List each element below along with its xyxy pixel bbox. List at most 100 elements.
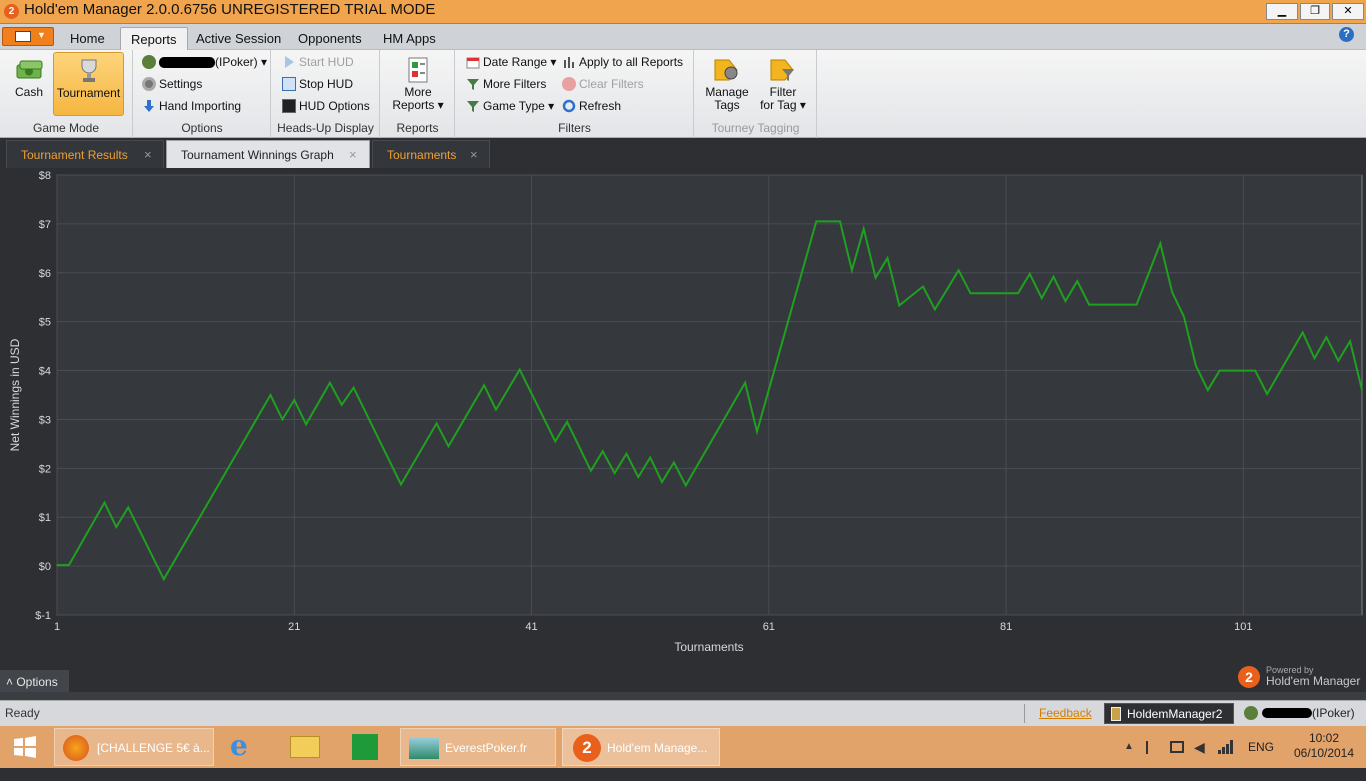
gear-icon	[142, 76, 156, 91]
battery-icon[interactable]	[1170, 741, 1184, 753]
x-tick-label: 81	[1000, 621, 1012, 633]
tab-reports[interactable]: Reports	[120, 27, 188, 50]
redacted-player-name	[1262, 708, 1312, 718]
refresh-icon	[562, 99, 576, 113]
data-point	[1361, 389, 1363, 391]
manage-tags-button[interactable]: Manage Tags	[701, 52, 753, 116]
settings-button[interactable]: Settings	[142, 74, 202, 94]
taskbar-everestpoker[interactable]: EverestPoker.fr	[400, 728, 556, 766]
start-button[interactable]	[6, 728, 44, 766]
network-signal-icon[interactable]	[1218, 740, 1234, 754]
feedback-link[interactable]: Feedback	[1039, 706, 1092, 720]
data-point	[103, 501, 106, 504]
menu-bar: ▼ Home Reports Active Session Opponents …	[0, 24, 1366, 50]
data-point	[862, 227, 865, 230]
apply-all-reports-button[interactable]: Apply to all Reports	[562, 52, 683, 72]
start-hud-button[interactable]: Start HUD	[282, 52, 354, 72]
window-icon	[15, 31, 31, 42]
taskbar-firefox-label: [CHALLENGE 5€ à...	[97, 741, 210, 755]
data-point	[945, 289, 948, 291]
clear-filters-label: Clear Filters	[579, 77, 644, 91]
filter-for-tag-button[interactable]: Filter for Tag ▾	[755, 52, 811, 116]
y-tick-label: $7	[39, 219, 51, 231]
filter-for-tag-label-1: Filter	[769, 85, 797, 99]
close-icon[interactable]: ×	[144, 141, 152, 169]
language-indicator[interactable]: ENG	[1248, 728, 1274, 766]
date-range-button[interactable]: Date Range ▾	[466, 52, 556, 72]
tab-active-session[interactable]: Active Session	[186, 27, 291, 50]
taskbar-holdem-manager[interactable]: 2 Hold'em Manage...	[562, 728, 720, 766]
data-point	[329, 381, 331, 384]
data-point	[673, 461, 675, 464]
refresh-button[interactable]: Refresh	[562, 96, 621, 116]
data-point	[756, 430, 758, 433]
status-bar: Ready Feedback HoldemManager2 (IPoker)	[0, 700, 1366, 726]
close-button[interactable]: ✕	[1332, 3, 1364, 20]
stop-hud-label: Stop HUD	[299, 77, 354, 91]
data-point	[625, 452, 628, 455]
tab-tournament-results[interactable]: Tournament Results ×	[6, 140, 164, 168]
player-selector[interactable]: (IPoker) ▾	[142, 52, 267, 72]
status-text: Ready	[5, 706, 40, 720]
close-icon[interactable]: ×	[349, 141, 357, 169]
hm-logo-text: 2	[1245, 669, 1253, 685]
stop-hud-button[interactable]: Stop HUD	[282, 74, 353, 94]
data-point	[1337, 359, 1340, 362]
taskbar-explorer[interactable]	[282, 728, 328, 766]
tab-tournament-winnings-graph[interactable]: Tournament Winnings Graph ×	[166, 140, 370, 168]
clock[interactable]: 10:02 06/10/2014	[1284, 731, 1364, 761]
player-site-label: (IPoker)	[1312, 706, 1355, 720]
data-point	[340, 403, 343, 406]
taskbar-ie[interactable]: e	[222, 728, 268, 766]
more-reports-button[interactable]: More Reports ▾	[389, 52, 447, 116]
tab-hm-apps[interactable]: HM Apps	[373, 27, 446, 50]
tab-opponents[interactable]: Opponents	[288, 27, 372, 50]
tourney-tagging-group: Manage Tags Filter for Tag ▾ Tourney Tag…	[695, 50, 817, 138]
restore-button[interactable]: ❐	[1300, 3, 1330, 20]
application-menu-button[interactable]: ▼	[2, 27, 54, 46]
tab-tournaments[interactable]: Tournaments ×	[372, 140, 490, 168]
tournament-button[interactable]: Tournament	[53, 52, 124, 116]
hud-options-label: HUD Options	[299, 99, 370, 113]
y-axis: $-1 $0 $1 $2 $3 $4 $5 $6 $7 $8	[35, 170, 51, 622]
windows-logo-icon	[14, 736, 36, 758]
help-icon[interactable]: ?	[1339, 27, 1354, 42]
manage-tags-label-1: Manage	[705, 85, 749, 99]
y-tick-label: $3	[39, 414, 51, 426]
minimize-button[interactable]: ▁	[1266, 3, 1298, 20]
app-logo-icon: 2	[4, 4, 19, 19]
game-type-button[interactable]: Game Type ▾	[466, 96, 554, 116]
data-point	[1195, 364, 1197, 367]
data-point	[115, 526, 118, 528]
hud-group-label: Heads-Up Display	[277, 121, 374, 135]
filters-group: Date Range ▾ Apply to all Reports More F…	[456, 50, 694, 138]
x-tick-label: 1	[54, 621, 60, 633]
folder-icon	[290, 736, 320, 758]
volume-icon[interactable]: ◀	[1194, 728, 1205, 766]
y-tick-label: $5	[39, 317, 51, 329]
hud-options-button[interactable]: HUD Options	[282, 96, 370, 116]
data-point	[1301, 331, 1304, 334]
cash-button[interactable]: Cash	[6, 52, 52, 116]
data-point	[981, 292, 984, 295]
data-point	[661, 481, 663, 483]
data-point	[922, 285, 924, 288]
show-hidden-icons-icon[interactable]: ▲	[1124, 728, 1134, 766]
hand-importing-button[interactable]: Hand Importing	[142, 96, 241, 116]
close-icon[interactable]: ×	[470, 141, 478, 169]
clear-filters-button[interactable]: Clear Filters	[562, 74, 644, 94]
winnings-graph-panel: $-1 $0 $1 $2 $3 $4 $5 $6 $7 $8 1 21 41 61 81 101 Tourn…	[0, 169, 1366, 692]
taskbar-store[interactable]	[342, 728, 388, 766]
more-filters-button[interactable]: More Filters	[466, 74, 546, 94]
database-indicator[interactable]: HoldemManager2	[1104, 703, 1234, 724]
data-point	[566, 421, 568, 423]
options-toggle[interactable]: ˄ Options	[6, 675, 58, 689]
taskbar-firefox[interactable]: [CHALLENGE 5€ à...	[54, 728, 214, 766]
tab-home[interactable]: Home	[60, 27, 115, 50]
flag-icon[interactable]	[1146, 741, 1158, 754]
active-player-indicator[interactable]: (IPoker)	[1240, 703, 1364, 724]
apply-reports-icon	[562, 55, 576, 69]
data-point	[435, 422, 438, 425]
data-point	[1266, 393, 1268, 395]
data-point	[1159, 242, 1162, 245]
